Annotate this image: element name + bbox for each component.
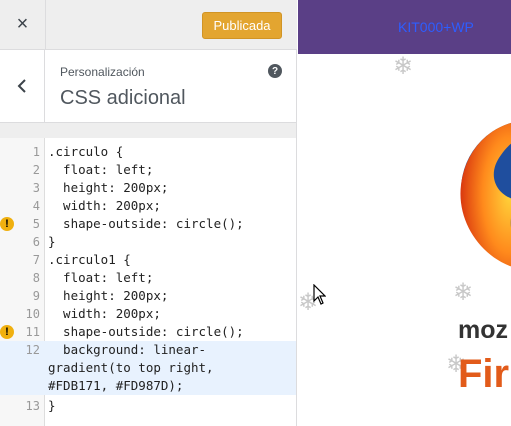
code-line: 7 .circulo1 {	[0, 251, 296, 269]
code-line: 10 width: 200px;	[0, 305, 296, 323]
line-number: 11	[25, 325, 40, 339]
code-line: 13 }	[0, 397, 296, 415]
code-text: width: 200px;	[48, 306, 161, 321]
line-number: 8	[32, 271, 40, 285]
line-number: 9	[32, 289, 40, 303]
code-line: 2 float: left;	[0, 161, 296, 179]
preview-header-bar: KIT000+WP	[298, 0, 511, 54]
code-text: }	[48, 398, 56, 413]
line-number: 3	[32, 181, 40, 195]
back-button[interactable]	[0, 50, 45, 122]
customizer-topbar: × Publicada	[0, 0, 297, 50]
code-text: width: 200px;	[48, 198, 161, 213]
section-header: Personalización CSS adicional ?	[0, 50, 296, 123]
firefox-wordmark: Fir	[458, 352, 510, 396]
code-text: background: linear-	[48, 342, 207, 357]
help-icon[interactable]: ?	[268, 64, 282, 78]
site-preview[interactable]: KIT000+WP ❄ ❄ ❄ ❄ moz Fir	[298, 0, 511, 426]
code-line: 8 float: left;	[0, 269, 296, 287]
code-line: 4 width: 200px;	[0, 197, 296, 215]
code-text: float: left;	[48, 162, 154, 177]
preview-site-link[interactable]: KIT000+WP	[398, 19, 474, 35]
code-line: ! 11 shape-outside: circle();	[0, 323, 296, 341]
css-code-editor[interactable]: 1 .circulo { 2 float: left; 3 height: 20…	[0, 138, 296, 426]
code-text: float: left;	[48, 270, 154, 285]
code-line-active: gradient(to top right,	[0, 359, 296, 377]
code-text: height: 200px;	[48, 288, 169, 303]
line-number: 10	[25, 307, 40, 321]
code-text: }	[48, 234, 56, 249]
mouse-cursor-icon	[313, 284, 326, 305]
close-icon: ×	[16, 13, 29, 35]
section-title: CSS adicional	[60, 87, 186, 109]
line-number: 4	[32, 199, 40, 213]
code-text: .circulo1 {	[48, 252, 131, 267]
snowflake-icon: ❄	[393, 53, 414, 80]
code-line-active: 12 background: linear-	[0, 341, 296, 359]
code-text: gradient(to top right,	[48, 360, 214, 375]
line-number: 6	[32, 235, 40, 249]
code-text: .circulo {	[48, 144, 124, 159]
code-line: 1 .circulo {	[0, 143, 296, 161]
code-text: shape-outside: circle();	[48, 324, 244, 339]
code-line-active: #FDB171, #FD987D);	[0, 377, 296, 395]
line-number: 1	[32, 145, 40, 159]
code-line: 3 height: 200px;	[0, 179, 296, 197]
line-number: 2	[32, 163, 40, 177]
line-number: 7	[32, 253, 40, 267]
firefox-logo-icon	[460, 122, 511, 267]
line-number: 5	[32, 217, 40, 231]
chevron-left-icon	[17, 79, 26, 93]
code-text: height: 200px;	[48, 180, 169, 195]
code-text: shape-outside: circle();	[48, 216, 244, 231]
mozilla-wordmark: moz	[458, 316, 508, 344]
code-text: #FDB171, #FD987D);	[48, 378, 184, 393]
section-subtitle: Personalización	[60, 65, 145, 79]
line-number: 12	[25, 343, 40, 357]
code-line: ! 5 shape-outside: circle();	[0, 215, 296, 233]
close-button[interactable]: ×	[0, 0, 46, 49]
code-line: 9 height: 200px;	[0, 287, 296, 305]
line-number: 13	[25, 399, 40, 413]
publish-button[interactable]: Publicada	[202, 12, 282, 39]
code-line: 6 }	[0, 233, 296, 251]
